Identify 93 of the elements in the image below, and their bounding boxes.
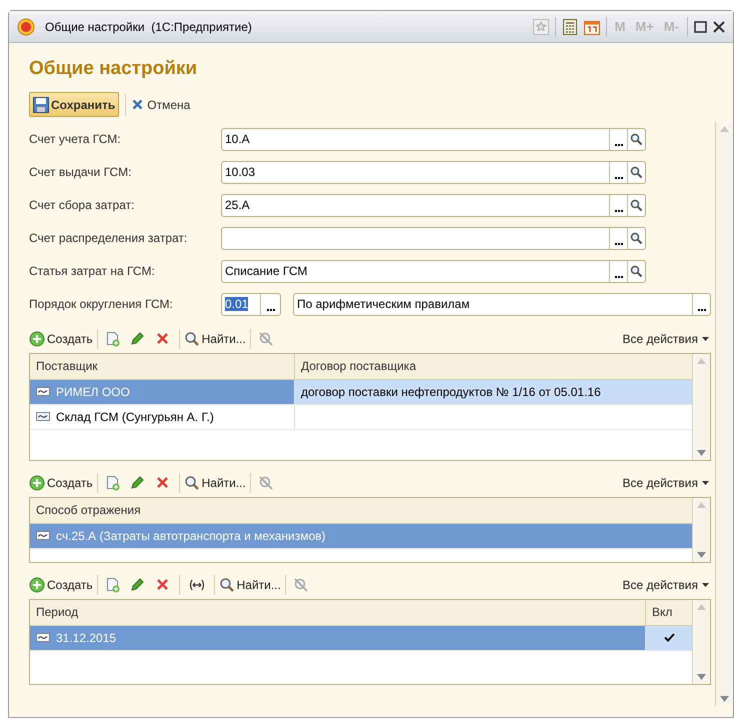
cell-text: 31.12.2015 — [56, 630, 116, 646]
plus-icon — [29, 474, 45, 490]
search-button[interactable] — [627, 228, 645, 248]
document-plus-icon — [104, 474, 121, 490]
calculator-icon[interactable] — [562, 18, 578, 34]
input-field[interactable]: Списание ГСМ — [221, 260, 646, 282]
magnifier-icon — [184, 330, 200, 346]
create-button[interactable]: Создать — [29, 474, 93, 492]
magnifier-icon — [184, 474, 200, 490]
cell-text: Склад ГСМ (Сунгурьян А. Г.) — [56, 408, 214, 426]
search-button[interactable] — [627, 128, 645, 150]
find-button[interactable]: Найти... — [184, 330, 246, 348]
search-button[interactable] — [627, 260, 645, 282]
find-button[interactable]: Найти... — [218, 576, 281, 594]
magnifier-cross-icon — [258, 330, 274, 346]
item-icon — [36, 412, 50, 421]
item-icon — [36, 531, 50, 540]
close-icon[interactable] — [713, 20, 725, 32]
search-icon — [630, 232, 643, 244]
plus-icon — [29, 576, 45, 592]
calendar-icon[interactable] — [584, 18, 600, 34]
scroll-down-icon — [697, 450, 706, 456]
column-header[interactable]: Способ отражения — [30, 498, 692, 522]
caret-icon — [702, 582, 709, 586]
scroll-up-icon — [720, 126, 729, 132]
input-field[interactable]: 25.А — [221, 194, 646, 216]
cancel-button[interactable]: Отмена — [132, 96, 190, 114]
close-icon — [156, 578, 169, 591]
table-row[interactable]: РИМЕЛ ООО договор поставки нефтепродуктов № 1/16 от 05.01.16 — [30, 380, 692, 404]
cell-text: сч.25.А (Затраты автотранспорта и механизмов) — [56, 528, 326, 544]
close-icon — [132, 99, 144, 110]
save-button[interactable]: Сохранить — [29, 92, 120, 117]
create-button[interactable]: Создать — [29, 330, 93, 348]
document-plus-icon — [104, 330, 121, 346]
search-icon — [630, 166, 643, 178]
pencil-icon — [130, 332, 144, 346]
item-icon — [36, 633, 50, 642]
field-label: Счет сбора затрат: — [29, 197, 136, 214]
scrollbar[interactable] — [692, 354, 710, 460]
scrollbar[interactable] — [715, 122, 733, 706]
column-header[interactable]: Период — [30, 600, 646, 624]
column-header[interactable]: Поставщик — [30, 354, 295, 378]
input-field[interactable] — [221, 226, 646, 250]
scrollbar[interactable] — [692, 600, 710, 684]
close-icon — [156, 476, 169, 489]
pencil-icon — [130, 578, 144, 592]
scroll-up-icon — [697, 502, 706, 508]
all-actions-button[interactable]: Все действия — [622, 474, 709, 492]
close-icon — [156, 332, 169, 345]
search-icon — [630, 132, 643, 146]
field-label: Счет учета ГСМ: — [29, 131, 122, 148]
create-button[interactable]: Создать — [29, 576, 93, 594]
scroll-up-icon — [697, 358, 706, 364]
magnifier-icon — [218, 576, 235, 592]
all-actions-button[interactable]: Все действия — [622, 576, 709, 594]
all-actions-button[interactable]: Все действия — [622, 330, 709, 348]
column-header[interactable]: Вкл — [646, 600, 692, 624]
table-cell-text: договор поставки нефтепродуктов № 1/16 от 05.01.16 — [300, 384, 602, 400]
search-icon — [630, 198, 643, 212]
logo-icon — [17, 18, 35, 36]
scroll-up-icon — [697, 604, 706, 610]
magnifier-cross-icon — [258, 474, 274, 490]
caret-icon — [702, 336, 709, 340]
scroll-down-icon — [697, 674, 706, 680]
table-row[interactable]: Склад ГСМ (Сунгурьян А. Г.) — [30, 404, 692, 430]
scrollbar[interactable] — [692, 498, 710, 562]
check-icon[interactable] — [664, 633, 674, 642]
input-field[interactable]: 10.03 — [221, 160, 646, 184]
field-label: Порядок округления ГСМ: — [29, 296, 174, 313]
input-field[interactable]: По арифметическим правилам — [293, 292, 711, 316]
input-field[interactable]: 10.А — [221, 128, 646, 150]
search-button[interactable] — [627, 194, 645, 216]
scroll-down-icon — [720, 696, 729, 702]
caret-icon — [702, 480, 709, 484]
field-label: Счет распределения затрат: — [29, 230, 188, 247]
pencil-icon — [130, 476, 144, 490]
field-label: Счет выдачи ГСМ: — [29, 164, 132, 181]
plus-icon — [29, 330, 45, 346]
find-button[interactable]: Найти... — [184, 474, 246, 492]
item-icon — [36, 387, 50, 396]
cell-text: РИМЕЛ ООО — [56, 384, 130, 400]
field-label: Статья затрат на ГСМ: — [29, 263, 156, 280]
window-title: Общие настройки (1С:Предприятие) — [45, 18, 252, 36]
column-header[interactable]: Договор поставщика — [295, 354, 692, 378]
input-field[interactable]: 0.01 — [221, 292, 281, 316]
document-plus-icon — [104, 576, 121, 592]
search-icon — [630, 264, 643, 278]
maximize-icon[interactable] — [694, 20, 707, 32]
magnifier-cross-icon — [292, 576, 309, 592]
form-heading: Общие настройки — [29, 57, 198, 81]
double-arrow-icon — [188, 578, 206, 590]
search-button[interactable] — [627, 162, 645, 182]
scroll-down-icon — [697, 552, 706, 558]
